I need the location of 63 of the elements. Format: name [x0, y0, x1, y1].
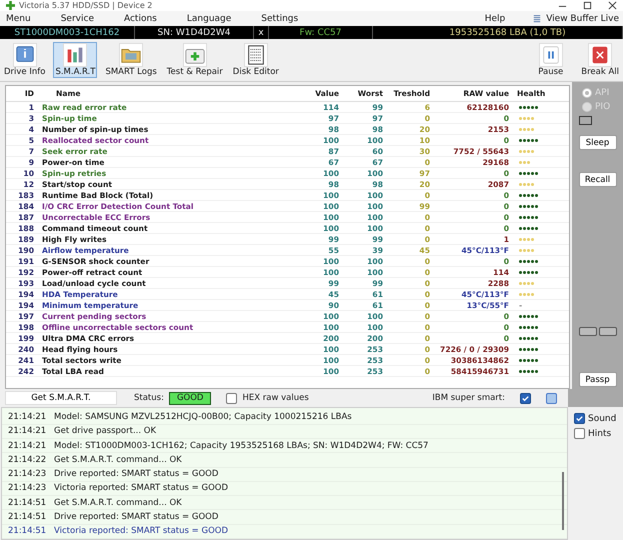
menu-item[interactable]: Settings — [259, 14, 298, 24]
log-message: Drive reported: SMART status = GOOD — [54, 469, 218, 480]
checkbox[interactable] — [520, 392, 531, 404]
log-message: Get drive passport... OK — [54, 426, 156, 436]
log-time: 21:14:51 — [7, 498, 48, 508]
close-icon[interactable] — [608, 0, 617, 10]
cross-icon — [6, 0, 15, 10]
checkbox[interactable] — [574, 428, 585, 440]
toolbar-tab[interactable]: S.M.A.R.T — [53, 42, 98, 78]
log-message: Victoria reported: SMART status = GOOD — [54, 483, 228, 494]
get-smart-button[interactable]: Get S.M.A.R.T. — [5, 391, 117, 406]
folder-icon — [119, 43, 144, 68]
window-title: Victoria 5.37 HDD/SSD | Device 2 — [19, 0, 152, 10]
menu-item[interactable]: Language — [184, 14, 232, 24]
menu-item[interactable]: Menu — [4, 14, 31, 24]
sleep-button[interactable]: Sleep — [578, 135, 616, 150]
scrollbar[interactable] — [562, 472, 564, 530]
toolbar-tab[interactable]: Drive Info — [2, 42, 48, 78]
log-message: Model: ST1000DM003-1CH162; Capacity 1953525168 LBAs; SN: W1D4D2W4; FW: CC57 — [54, 440, 428, 451]
menu-item[interactable]: Service — [58, 14, 94, 24]
log-time: 21:14:22 — [7, 454, 48, 465]
menu-item[interactable]: Help — [482, 14, 506, 24]
first-aid-kit-icon — [182, 43, 207, 68]
status-label: Status: — [134, 393, 164, 404]
list-icon — [533, 14, 542, 24]
log-message: Victoria reported: SMART status = GOOD — [54, 526, 228, 536]
close-icon — [588, 43, 612, 68]
checkbox-label: IBM super smart: — [432, 393, 505, 404]
bar-chart-icon — [63, 43, 88, 68]
toolbar-tab[interactable]: Disk Editor — [230, 42, 281, 78]
menu-item[interactable]: Actions — [122, 14, 157, 24]
checkbox-label: Sound — [588, 414, 616, 424]
log-message: Get S.M.A.R.T. command... OK — [54, 454, 182, 465]
maximize-icon[interactable] — [583, 0, 592, 10]
log-time: 21:14:51 — [7, 512, 48, 522]
log-time: 21:14:21 — [7, 440, 48, 451]
log-message: Model: SAMSUNG MZVL2512HCJQ-00B00; Capacity 1000215216 LBAs — [54, 412, 352, 422]
view-buffer-live-button[interactable]: View Buffer Live — [544, 14, 619, 24]
log-time: 21:14:23 — [7, 483, 48, 494]
log-time: 21:14:23 — [7, 469, 48, 480]
toolbar-tab[interactable]: SMART Logs — [103, 42, 159, 78]
log-message: Drive reported: SMART status = GOOD — [54, 512, 218, 522]
small-button[interactable] — [598, 327, 616, 336]
checkbox[interactable] — [546, 392, 557, 404]
binary-page-icon — [244, 43, 268, 68]
checkbox-label: HEX raw values — [242, 393, 309, 404]
info-icon — [12, 43, 37, 68]
status-indicator: GOOD — [168, 392, 212, 405]
checkbox[interactable] — [226, 392, 238, 404]
passport-button[interactable]: Passp — [578, 372, 616, 388]
toolbar-button[interactable]: Pause — [536, 42, 566, 78]
recall-button[interactable]: Recall — [578, 172, 616, 188]
small-button[interactable] — [578, 327, 596, 336]
log-time: 21:14:51 — [7, 526, 48, 536]
pause-icon — [538, 43, 563, 68]
toolbar-button[interactable]: Break All — [579, 42, 621, 78]
checkbox-label: Hints — [588, 428, 612, 439]
log-time: 21:14:21 — [7, 426, 48, 436]
toolbar-tab[interactable]: Test & Repair — [164, 42, 225, 78]
log-time: 21:14:21 — [7, 412, 48, 422]
checkbox[interactable] — [574, 413, 585, 424]
log-message: Get S.M.A.R.T. command... OK — [54, 498, 182, 508]
indicator-light — [579, 116, 592, 126]
